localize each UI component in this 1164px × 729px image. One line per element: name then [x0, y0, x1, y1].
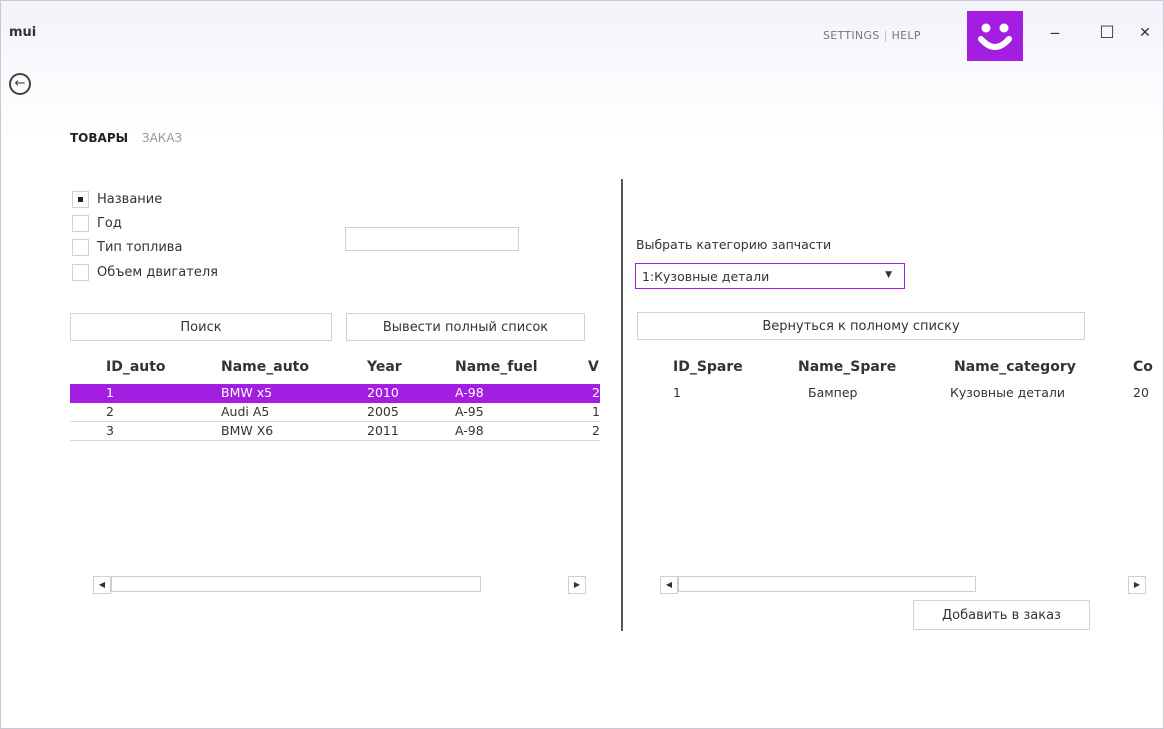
filter-engine-label: Объем двигателя	[97, 264, 218, 280]
col-name-fuel[interactable]: Name_fuel	[455, 359, 538, 375]
filter-year-checkbox[interactable]	[72, 214, 89, 232]
close-button[interactable]: ✕	[1133, 23, 1157, 43]
cell-cost: 20	[1133, 385, 1149, 400]
cell-fuel: A-95	[455, 404, 484, 419]
cell-year: 2005	[367, 404, 399, 419]
cell-fuel: A-98	[455, 423, 484, 438]
cars-table-scrollbar[interactable]: ◀ ▶	[93, 576, 588, 594]
cell-name: BMW X6	[221, 423, 274, 438]
tab-order[interactable]: ЗАКАЗ	[142, 131, 182, 145]
category-select[interactable]: 1:Кузовные детали ▼	[635, 263, 905, 289]
col-cost[interactable]: Co	[1133, 359, 1153, 375]
cell-volume: 2	[592, 385, 600, 400]
cell-name: Audi A5	[221, 404, 270, 419]
col-name-spare[interactable]: Name_Spare	[798, 359, 896, 375]
add-to-order-button[interactable]: Добавить в заказ	[913, 600, 1090, 630]
spares-table-header: ID_Spare Name_Spare Name_category Co	[637, 353, 1163, 383]
col-name-auto[interactable]: Name_auto	[221, 359, 309, 375]
filter-year-option[interactable]: Год	[72, 213, 122, 233]
cell-year: 2011	[367, 423, 399, 438]
maximize-button[interactable]: □	[1095, 21, 1119, 41]
table-row[interactable]: 1 BMW x5 2010 A-98 2	[70, 384, 600, 403]
search-button[interactable]: Поиск	[70, 313, 332, 341]
cell-name: BMW x5	[221, 385, 273, 400]
cars-table-header: ID_auto Name_auto Year Name_fuel V(	[70, 353, 600, 383]
filter-name-checkbox[interactable]	[72, 190, 89, 208]
filter-engine-option[interactable]: Объем двигателя	[72, 262, 218, 282]
cell-id: 1	[673, 385, 681, 400]
arrow-left-icon[interactable]: ◀	[660, 576, 678, 594]
app-title: mui	[9, 25, 37, 40]
minimize-button[interactable]: ‒	[1043, 23, 1067, 43]
settings-link[interactable]: SETTINGS	[823, 29, 880, 42]
cell-year: 2010	[367, 385, 399, 400]
spares-table: ID_Spare Name_Spare Name_category Co 1 Б…	[637, 353, 1163, 563]
filter-fuel-option[interactable]: Тип топлива	[72, 237, 182, 257]
cell-id: 1	[106, 385, 114, 400]
cell-id: 2	[106, 404, 114, 419]
filter-engine-checkbox[interactable]	[72, 263, 89, 281]
scrollbar-thumb[interactable]	[111, 576, 481, 592]
show-full-list-button[interactable]: Вывести полный список	[346, 313, 585, 341]
col-id-spare[interactable]: ID_Spare	[673, 359, 743, 375]
cell-volume: 1,!	[592, 404, 600, 419]
chevron-down-icon: ▼	[885, 270, 892, 280]
search-input[interactable]	[345, 227, 519, 251]
arrow-left-icon[interactable]: ◀	[93, 576, 111, 594]
table-row[interactable]: 1 Бампер Кузовные детали 20	[637, 384, 1163, 403]
col-year[interactable]: Year	[367, 359, 402, 375]
arrow-right-icon[interactable]: ▶	[1128, 576, 1146, 594]
filter-year-label: Год	[97, 215, 122, 231]
filter-name-option[interactable]: Название	[72, 189, 162, 209]
cell-volume: 2	[592, 423, 600, 438]
panel-splitter[interactable]	[621, 179, 623, 631]
filter-name-label: Название	[97, 191, 163, 207]
category-label: Выбрать категорию запчасти	[636, 237, 832, 252]
tab-bar: ТОВАРЫ ЗАКАЗ	[70, 131, 192, 145]
help-link[interactable]: HELP	[892, 29, 921, 42]
col-volume[interactable]: V(	[588, 359, 600, 375]
arrow-right-icon[interactable]: ▶	[568, 576, 586, 594]
smiley-face-icon	[967, 11, 1023, 61]
app-window: mui SETTINGS | HELP ‒ □ ✕ ← ТОВАРЫ ЗАКАЗ Н…	[0, 0, 1164, 729]
top-menu: SETTINGS | HELP	[823, 29, 921, 42]
table-row[interactable]: 2 Audi A5 2005 A-95 1,!	[70, 403, 600, 422]
cell-id: 3	[106, 423, 114, 438]
col-id-auto[interactable]: ID_auto	[106, 359, 166, 375]
back-arrow-icon[interactable]: ←	[9, 73, 31, 95]
tab-goods[interactable]: ТОВАРЫ	[70, 131, 128, 145]
spares-table-scrollbar[interactable]: ◀ ▶	[660, 576, 1148, 594]
back-to-full-list-button[interactable]: Вернуться к полному списку	[637, 312, 1085, 340]
cell-name: Бампер	[808, 385, 858, 400]
scrollbar-thumb[interactable]	[678, 576, 976, 592]
category-select-value: 1:Кузовные детали	[642, 269, 770, 284]
cell-fuel: A-98	[455, 385, 484, 400]
cell-category: Кузовные детали	[950, 385, 1066, 400]
filter-fuel-checkbox[interactable]	[72, 238, 89, 256]
filter-fuel-label: Тип топлива	[97, 239, 183, 255]
menu-separator: |	[883, 29, 888, 42]
cars-table: ID_auto Name_auto Year Name_fuel V( 1 BM…	[70, 353, 600, 563]
col-name-category[interactable]: Name_category	[954, 359, 1076, 375]
table-row[interactable]: 3 BMW X6 2011 A-98 2	[70, 422, 600, 441]
